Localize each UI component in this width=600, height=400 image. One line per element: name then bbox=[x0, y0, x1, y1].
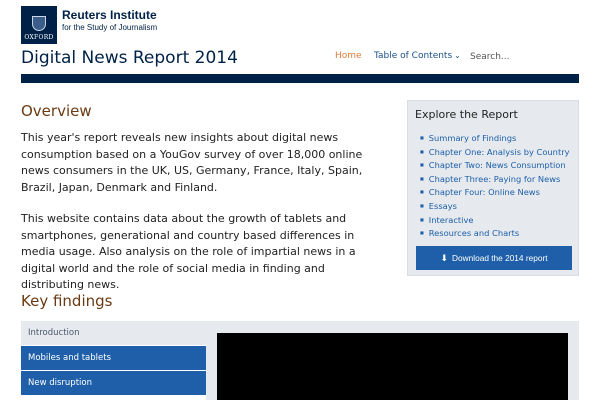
nav-home-link[interactable]: Home bbox=[335, 51, 362, 61]
explore-link-interactive[interactable]: Interactive bbox=[420, 214, 570, 228]
chevron-down-icon: ⌄ bbox=[454, 51, 461, 60]
explore-link-chapter-two[interactable]: Chapter Two: News Consumption bbox=[420, 159, 570, 173]
nav-toc-label: Table of Contents bbox=[374, 51, 453, 61]
shield-icon bbox=[32, 16, 46, 31]
tab-mobiles-and-tablets[interactable]: Mobiles and tablets bbox=[21, 346, 207, 370]
oxford-crest-icon: OXFORD bbox=[21, 6, 57, 44]
site-title[interactable]: Digital News Report 2014 bbox=[21, 48, 238, 68]
nav-table-of-contents[interactable]: Table of Contents ⌄ bbox=[374, 51, 461, 61]
download-icon: ⬇ bbox=[440, 252, 449, 263]
search-input[interactable] bbox=[470, 49, 578, 65]
overview-heading: Overview bbox=[21, 102, 92, 120]
header-divider-bar bbox=[21, 74, 579, 83]
explore-link-summary[interactable]: Summary of Findings bbox=[420, 132, 570, 146]
explore-link-chapter-four[interactable]: Chapter Four: Online News bbox=[420, 186, 570, 200]
explore-links-list: Summary of Findings Chapter One: Analysi… bbox=[420, 132, 570, 241]
tab-introduction[interactable]: Introduction bbox=[21, 321, 207, 345]
explore-link-chapter-three[interactable]: Chapter Three: Paying for News bbox=[420, 173, 570, 187]
video-player[interactable] bbox=[217, 333, 568, 400]
explore-report-panel: Explore the Report Summary of Findings C… bbox=[407, 100, 579, 276]
reuters-institute-logo[interactable]: OXFORD Reuters Institute for the Study o… bbox=[21, 6, 157, 44]
download-report-button[interactable]: ⬇ Download the 2014 report bbox=[416, 246, 572, 270]
explore-link-resources[interactable]: Resources and Charts bbox=[420, 227, 570, 241]
logo-text: Reuters Institute for the Study of Journ… bbox=[62, 8, 157, 33]
tab-new-disruption[interactable]: New disruption bbox=[21, 371, 207, 395]
explore-link-chapter-one[interactable]: Chapter One: Analysis by Country bbox=[420, 146, 570, 160]
crest-wordmark: OXFORD bbox=[24, 34, 54, 41]
key-findings-heading: Key findings bbox=[21, 292, 113, 310]
key-findings-media-panel bbox=[206, 321, 579, 400]
logo-subtitle: for the Study of Journalism bbox=[62, 23, 158, 32]
logo-title: Reuters Institute bbox=[62, 8, 157, 22]
explore-heading: Explore the Report bbox=[415, 108, 518, 121]
overview-paragraph: This year's report reveals new insights … bbox=[21, 131, 363, 194]
explore-link-essays[interactable]: Essays bbox=[420, 200, 570, 214]
key-findings-tabs: Introduction Mobiles and tablets New dis… bbox=[21, 321, 207, 396]
overview-paragraph: This website contains data about the gro… bbox=[21, 212, 356, 291]
download-label: Download the 2014 report bbox=[452, 253, 548, 263]
